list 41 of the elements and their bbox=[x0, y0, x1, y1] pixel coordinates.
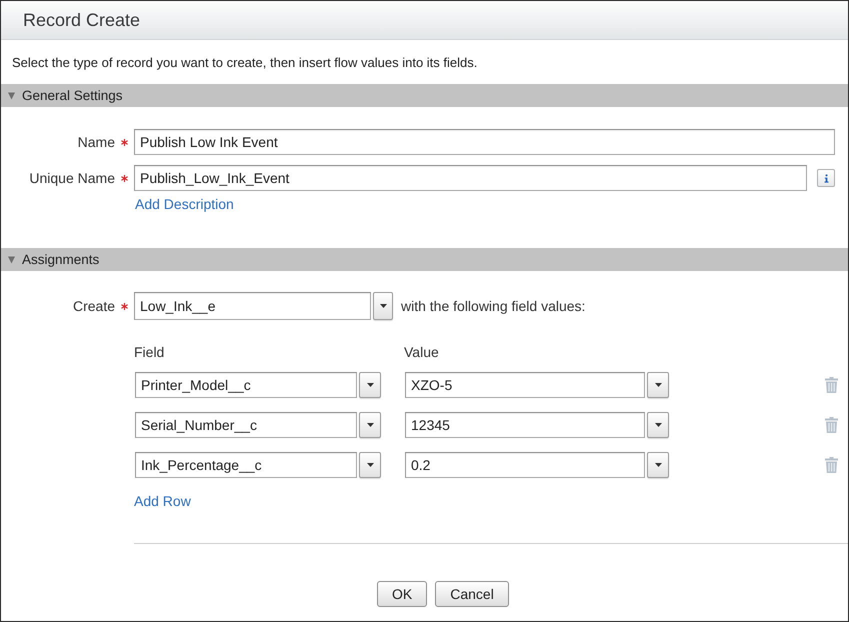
column-header: Field bbox=[134, 345, 166, 360]
caret-icon bbox=[654, 423, 662, 427]
info-button[interactable] bbox=[817, 169, 835, 187]
add-description-link[interactable]: Add Description bbox=[135, 197, 234, 212]
value-field[interactable]: 12345 bbox=[405, 412, 645, 438]
dropdown-button[interactable] bbox=[647, 452, 669, 478]
description-text: Select the type of record you want to create, then insert flow values into its fields. bbox=[11, 54, 478, 72]
add-row-link[interactable]: Add Row bbox=[134, 494, 191, 509]
field-select[interactable]: Serial_Number__c bbox=[135, 412, 357, 438]
column-header: Value bbox=[404, 345, 439, 360]
caret-icon bbox=[366, 463, 374, 467]
field-select[interactable]: Ink_Percentage__c bbox=[135, 452, 357, 478]
text-field[interactable]: Publish_Low_Ink_Event bbox=[134, 165, 807, 191]
dropdown-button[interactable] bbox=[359, 412, 381, 438]
dropdown-button[interactable] bbox=[647, 372, 669, 398]
dropdown-button[interactable] bbox=[647, 412, 669, 438]
section-title: Assignments bbox=[22, 252, 100, 267]
caret-icon bbox=[654, 463, 662, 467]
dropdown-button[interactable] bbox=[359, 452, 381, 478]
info-icon bbox=[824, 174, 828, 182]
ok-button[interactable]: OK bbox=[377, 581, 428, 607]
section-title: General Settings bbox=[22, 88, 123, 103]
text-field[interactable]: Publish Low Ink Event bbox=[134, 129, 835, 155]
field-label: Create bbox=[72, 298, 115, 314]
value-field[interactable]: XZO-5 bbox=[405, 372, 645, 398]
dropdown-button[interactable] bbox=[373, 292, 393, 320]
field-label: Name bbox=[76, 134, 115, 150]
caret-icon bbox=[654, 383, 662, 387]
caret-icon bbox=[366, 383, 374, 387]
section-header[interactable]: Assignments bbox=[1, 248, 848, 271]
cancel-button[interactable]: Cancel bbox=[435, 581, 509, 607]
window-title: Record Create bbox=[23, 10, 140, 30]
instruction-text: with the following field values: bbox=[401, 298, 586, 314]
caret-icon bbox=[380, 304, 386, 308]
object-field[interactable]: Low_Ink__e bbox=[134, 292, 371, 320]
section-header[interactable]: General Settings bbox=[1, 84, 848, 107]
field-select[interactable]: Printer_Model__c bbox=[135, 372, 357, 398]
value-field[interactable]: 0.2 bbox=[405, 452, 645, 478]
dropdown-button[interactable] bbox=[359, 372, 381, 398]
field-label: Unique Name bbox=[28, 170, 115, 186]
caret-icon bbox=[366, 423, 374, 427]
